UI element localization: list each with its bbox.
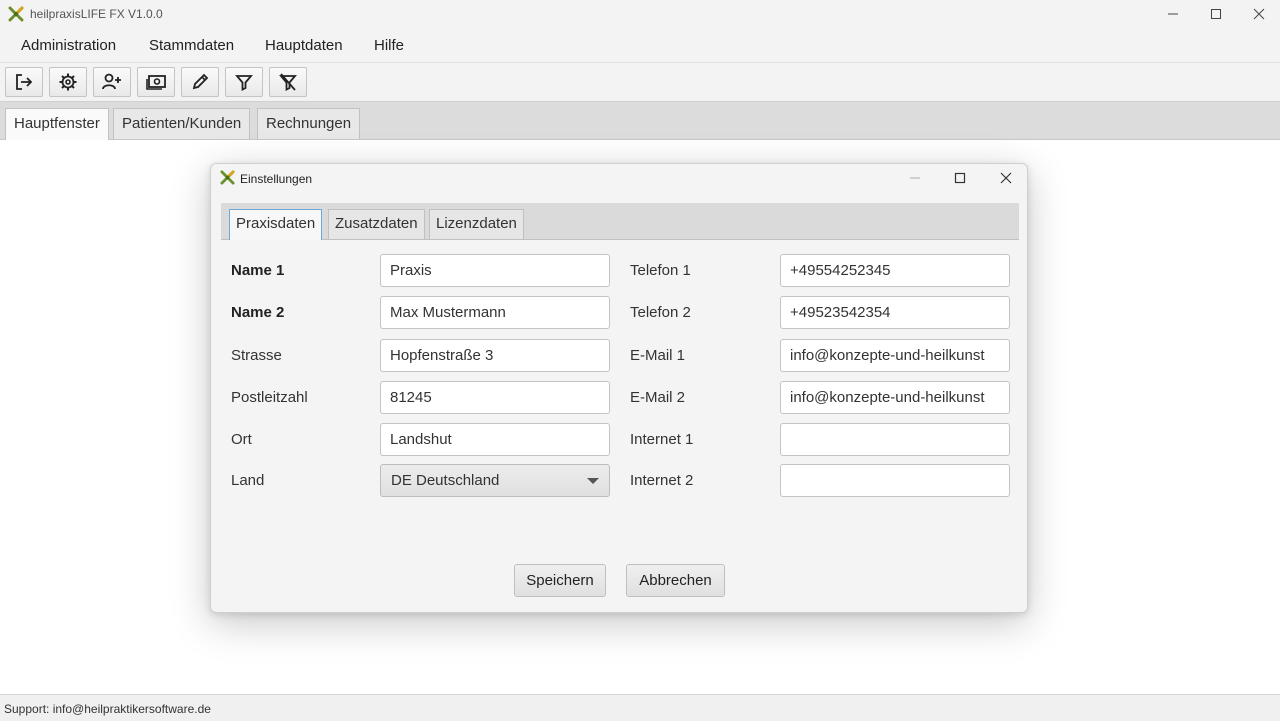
tab-lizenzdaten[interactable]: Lizenzdaten bbox=[429, 209, 524, 239]
dialog-logo-icon bbox=[220, 170, 235, 185]
filter-icon bbox=[235, 75, 253, 91]
name1-field[interactable]: Praxis bbox=[380, 254, 610, 287]
name1-label: Name 1 bbox=[231, 262, 285, 279]
tab-praxisdaten[interactable]: Praxisdaten bbox=[229, 209, 323, 240]
email1-field[interactable]: info@konzepte-und-heilkunst bbox=[780, 339, 1010, 372]
chevron-down-icon bbox=[587, 478, 599, 484]
money-icon bbox=[146, 75, 166, 90]
minimize-icon bbox=[1168, 13, 1178, 15]
add-user-icon bbox=[102, 73, 121, 90]
logout-button[interactable] bbox=[5, 67, 43, 97]
tab-rechnungen[interactable]: Rechnungen bbox=[257, 108, 361, 139]
clear-filter-button[interactable] bbox=[269, 67, 307, 97]
title-bar: heilpraxisLIFE FX V1.0.0 bbox=[0, 0, 1280, 28]
edit-button[interactable] bbox=[181, 67, 219, 97]
dialog-title: Einstellungen bbox=[240, 172, 313, 186]
telefon2-label: Telefon 2 bbox=[630, 304, 691, 321]
name2-label: Name 2 bbox=[231, 304, 285, 321]
main-tab-strip: Hauptfenster Patienten/Kunden Rechnungen bbox=[0, 102, 1280, 140]
window-title: heilpraxisLIFE FX V1.0.0 bbox=[30, 7, 163, 21]
land-label: Land bbox=[231, 472, 265, 489]
email2-field[interactable]: info@konzepte-und-heilkunst bbox=[780, 381, 1010, 414]
name2-field[interactable]: Max Mustermann bbox=[380, 296, 610, 329]
close-icon bbox=[1253, 8, 1265, 20]
toolbar bbox=[0, 63, 1280, 102]
maximize-button[interactable] bbox=[1193, 0, 1239, 28]
minimize-icon bbox=[910, 177, 920, 179]
strasse-label: Strasse bbox=[231, 347, 282, 364]
menu-bar: Administration Stammdaten Hauptdaten Hil… bbox=[0, 28, 1280, 63]
land-select-value: DE Deutschland bbox=[391, 472, 500, 489]
menu-hauptdaten[interactable]: Hauptdaten bbox=[265, 37, 343, 54]
billing-button[interactable] bbox=[137, 67, 175, 97]
support-email-text: Support: info@heilpraktikersoftware.de bbox=[4, 702, 211, 716]
internet2-label: Internet 2 bbox=[630, 472, 694, 489]
dialog-close-button[interactable] bbox=[986, 166, 1026, 190]
email1-label: E-Mail 1 bbox=[630, 347, 686, 364]
dialog-minimize-button[interactable] bbox=[895, 166, 935, 190]
ort-field[interactable]: Landshut bbox=[380, 423, 610, 456]
logout-icon bbox=[16, 74, 33, 90]
close-icon bbox=[1000, 172, 1012, 184]
tab-hauptfenster[interactable]: Hauptfenster bbox=[5, 108, 109, 140]
filter-button[interactable] bbox=[225, 67, 263, 97]
maximize-icon bbox=[1211, 9, 1221, 19]
clear-filter-icon bbox=[279, 73, 297, 91]
dialog-tab-strip: Praxisdaten Zusatzdaten Lizenzdaten bbox=[221, 203, 1019, 240]
minimize-button[interactable] bbox=[1150, 0, 1196, 28]
add-user-button[interactable] bbox=[93, 67, 131, 97]
internet1-label: Internet 1 bbox=[630, 431, 694, 448]
edit-pencil-icon bbox=[192, 73, 209, 90]
telefon1-label: Telefon 1 bbox=[630, 262, 691, 279]
internet2-field[interactable] bbox=[780, 464, 1010, 497]
menu-hilfe[interactable]: Hilfe bbox=[374, 37, 404, 54]
tab-zusatzdaten[interactable]: Zusatzdaten bbox=[328, 209, 425, 239]
cancel-button[interactable]: Abbrechen bbox=[626, 564, 725, 597]
land-select[interactable]: DE Deutschland bbox=[380, 464, 610, 497]
telefon1-field[interactable]: +49554252345 bbox=[780, 254, 1010, 287]
strasse-field[interactable]: Hopfenstraße 3 bbox=[380, 339, 610, 372]
status-bar: Support: info@heilpraktikersoftware.de bbox=[0, 694, 1280, 721]
maximize-icon bbox=[954, 172, 966, 184]
app-logo-icon bbox=[8, 6, 24, 22]
settings-button[interactable] bbox=[49, 67, 87, 97]
settings-gear-icon bbox=[59, 73, 77, 91]
postleitzahl-label: Postleitzahl bbox=[231, 389, 308, 406]
menu-stammdaten[interactable]: Stammdaten bbox=[149, 37, 234, 54]
menu-administration[interactable]: Administration bbox=[21, 37, 116, 54]
save-button[interactable]: Speichern bbox=[514, 564, 606, 597]
internet1-field[interactable] bbox=[780, 423, 1010, 456]
dialog-maximize-button[interactable] bbox=[940, 166, 980, 190]
email2-label: E-Mail 2 bbox=[630, 389, 686, 406]
tab-patienten-kunden[interactable]: Patienten/Kunden bbox=[113, 108, 251, 139]
telefon2-field[interactable]: +49523542354 bbox=[780, 296, 1010, 329]
settings-dialog: Einstellungen Praxisdaten Zusatzdaten Li… bbox=[210, 163, 1028, 613]
close-button[interactable] bbox=[1236, 0, 1280, 28]
postleitzahl-field[interactable]: 81245 bbox=[380, 381, 610, 414]
ort-label: Ort bbox=[231, 431, 252, 448]
